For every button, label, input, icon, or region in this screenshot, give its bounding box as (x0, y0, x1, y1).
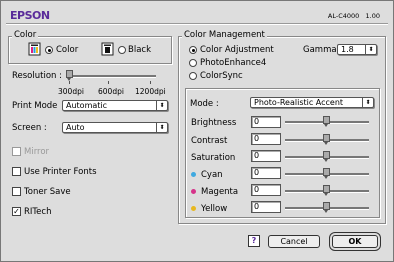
print-mode-label: Print Mode (12, 101, 58, 111)
popup-arrows-icon: ⬍ (156, 123, 167, 132)
gamma-popup[interactable]: 1.8 ⬍ (337, 44, 377, 55)
cyan-dot-icon (191, 172, 196, 177)
popup-arrows-icon: ⬍ (362, 98, 373, 107)
resolution-tick (150, 81, 151, 84)
ritech-checkbox[interactable]: ✓ (12, 207, 21, 216)
cyan-field[interactable]: 0 (251, 167, 281, 179)
black-radio[interactable] (118, 46, 126, 54)
version-number: 1.00 (365, 12, 380, 20)
resolution-tick-label-300: 300dpi (58, 87, 84, 96)
color-management-title: Color Management (182, 30, 267, 40)
magenta-label: Magenta (201, 187, 239, 197)
mirror-label: Mirror (24, 147, 50, 157)
ritech-label: RITech (24, 207, 52, 217)
help-button[interactable]: ? (248, 235, 260, 247)
contrast-field[interactable]: 0 (251, 133, 281, 145)
popup-arrows-icon: ⬍ (156, 101, 167, 110)
magenta-dot-icon (191, 189, 196, 194)
brightness-slider-thumb[interactable] (323, 116, 330, 127)
resolution-slider-thumb[interactable] (66, 70, 73, 81)
toner-save-checkbox[interactable] (12, 187, 21, 196)
brightness-field[interactable]: 0 (251, 116, 281, 128)
model-info: AL-C4000 1.00 (328, 12, 380, 20)
photoenhance4-label: PhotoEnhance4 (200, 58, 267, 68)
mirror-checkbox[interactable] (12, 147, 21, 156)
model-name: AL-C4000 (327, 12, 360, 20)
resolution-tick (108, 81, 109, 84)
mode-label: Mode : (190, 99, 219, 109)
color-radio-label: Color (56, 45, 79, 55)
gamma-label: Gamma (303, 45, 337, 55)
resolution-tick-label-600: 600dpi (98, 87, 124, 96)
saturation-label: Saturation (191, 153, 236, 163)
resolution-tick-label-1200: 1200dpi (135, 87, 166, 96)
color-adjustment-label: Color Adjustment (200, 45, 274, 55)
mode-value: Photo-Realistic Accent (254, 98, 344, 107)
contrast-label: Contrast (191, 136, 228, 146)
colorsync-label: ColorSync (200, 71, 243, 81)
colorsync-radio[interactable] (189, 72, 197, 80)
saturation-slider-thumb[interactable] (323, 151, 330, 162)
cyan-label: Cyan (201, 170, 223, 180)
saturation-field[interactable]: 0 (251, 150, 281, 162)
ok-button[interactable]: OK (332, 235, 378, 248)
color-printer-icon (28, 42, 41, 56)
screen-label: Screen : (12, 123, 47, 133)
use-printer-fonts-checkbox[interactable] (12, 167, 21, 176)
contrast-slider-thumb[interactable] (323, 134, 330, 145)
black-radio-label: Black (128, 45, 151, 55)
magenta-field[interactable]: 0 (251, 184, 281, 196)
popup-arrows-icon: ⬍ (365, 45, 376, 54)
yellow-field[interactable]: 0 (251, 201, 281, 213)
yellow-dot-icon (191, 206, 196, 211)
photoenhance4-radio[interactable] (189, 59, 197, 67)
cancel-button[interactable]: Cancel (268, 235, 320, 248)
brightness-label: Brightness (191, 118, 237, 128)
use-printer-fonts-label: Use Printer Fonts (24, 167, 97, 177)
toner-save-label: Toner Save (24, 187, 71, 197)
yellow-slider-thumb[interactable] (323, 202, 330, 213)
black-printer-icon (101, 42, 114, 56)
color-group-title: Color (12, 30, 39, 40)
print-mode-popup[interactable]: Automatic ⬍ (62, 100, 168, 111)
epson-logo: EPSON (10, 9, 50, 22)
color-radio[interactable] (45, 46, 53, 54)
screen-value: Auto (66, 123, 85, 132)
color-adjustment-radio[interactable] (189, 46, 197, 54)
checkmark-icon: ✓ (13, 207, 20, 216)
mode-popup[interactable]: Photo-Realistic Accent ⬍ (250, 97, 374, 108)
cyan-slider-thumb[interactable] (323, 168, 330, 179)
header-divider (6, 23, 388, 25)
yellow-label: Yellow (201, 204, 228, 214)
screen-popup[interactable]: Auto ⬍ (62, 122, 168, 133)
gamma-value: 1.8 (341, 45, 354, 54)
resolution-tick (69, 81, 70, 84)
print-mode-value: Automatic (66, 101, 108, 110)
resolution-slider-track[interactable] (66, 75, 156, 78)
magenta-slider-thumb[interactable] (323, 185, 330, 196)
resolution-label: Resolution : (12, 71, 62, 81)
